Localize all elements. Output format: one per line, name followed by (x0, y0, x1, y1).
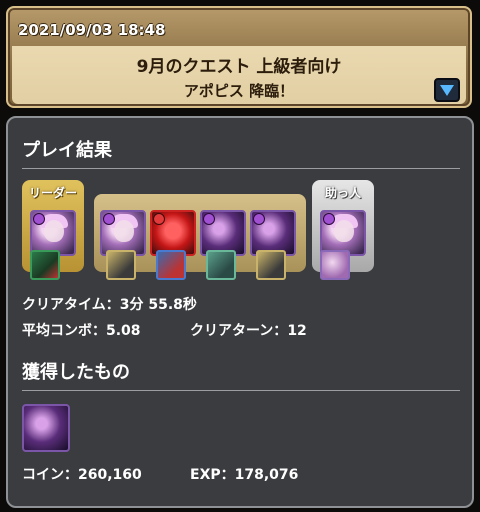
quest-title: 9月のクエスト 上級者向け (136, 57, 342, 77)
leader-label: リーダー (28, 186, 77, 200)
helper-assist-icon[interactable] (320, 250, 350, 280)
quest-subtitle: アポピス 降臨！ (183, 82, 295, 100)
sub-assist-3-icon[interactable] (206, 250, 236, 280)
leader-assist-icon[interactable] (30, 250, 60, 280)
avg-combo-row: 平均コンボ：5.08 (22, 320, 141, 340)
clear-turns-value: 12 (287, 323, 307, 339)
clear-turns-label: クリアターン： (190, 323, 288, 339)
clear-time-value: 3分 55.8秒 (119, 297, 197, 313)
sub-assist-4-icon[interactable] (256, 250, 286, 280)
banner-datetime: 2021/09/03 18:48 (18, 21, 166, 39)
quest-banner: 2021/09/03 18:48 9月のクエスト 上級者向け アポピス 降臨！ (6, 6, 472, 108)
coin-label: コイン： (22, 467, 78, 483)
triangle-down-icon (440, 84, 454, 96)
helper-label: 助っ人 (324, 186, 361, 200)
rewards-heading: 獲得したもの (22, 362, 130, 383)
clear-turns-row: クリアターン：12 (190, 320, 307, 340)
clear-time-row: クリアタイム：3分 55.8秒 (22, 294, 197, 314)
coin-value: 260,160 (78, 467, 142, 483)
coin-row: コイン：260,160 (22, 464, 142, 484)
result-panel: プレイ結果 リーダー 助っ人 クリアタイム：3分 55.8秒 平均コンボ：5.0… (6, 116, 474, 508)
sub-assist-2-icon[interactable] (156, 250, 186, 280)
dropped-monster-icon[interactable] (22, 404, 70, 452)
divider (22, 390, 460, 391)
banner-title-plate: 9月のクエスト 上級者向け アポピス 降臨！ (12, 46, 466, 104)
divider (22, 168, 460, 169)
avg-combo-label: 平均コンボ： (22, 323, 106, 339)
clear-time-label: クリアタイム： (22, 297, 120, 313)
exp-row: EXP：178,076 (190, 464, 298, 484)
exp-value: 178,076 (234, 467, 299, 483)
sub-assist-1-icon[interactable] (106, 250, 136, 280)
avg-combo-value: 5.08 (106, 323, 141, 339)
exp-label: EXP： (190, 467, 235, 483)
expand-dropdown-button[interactable] (434, 78, 460, 102)
play-result-heading: プレイ結果 (22, 140, 112, 161)
